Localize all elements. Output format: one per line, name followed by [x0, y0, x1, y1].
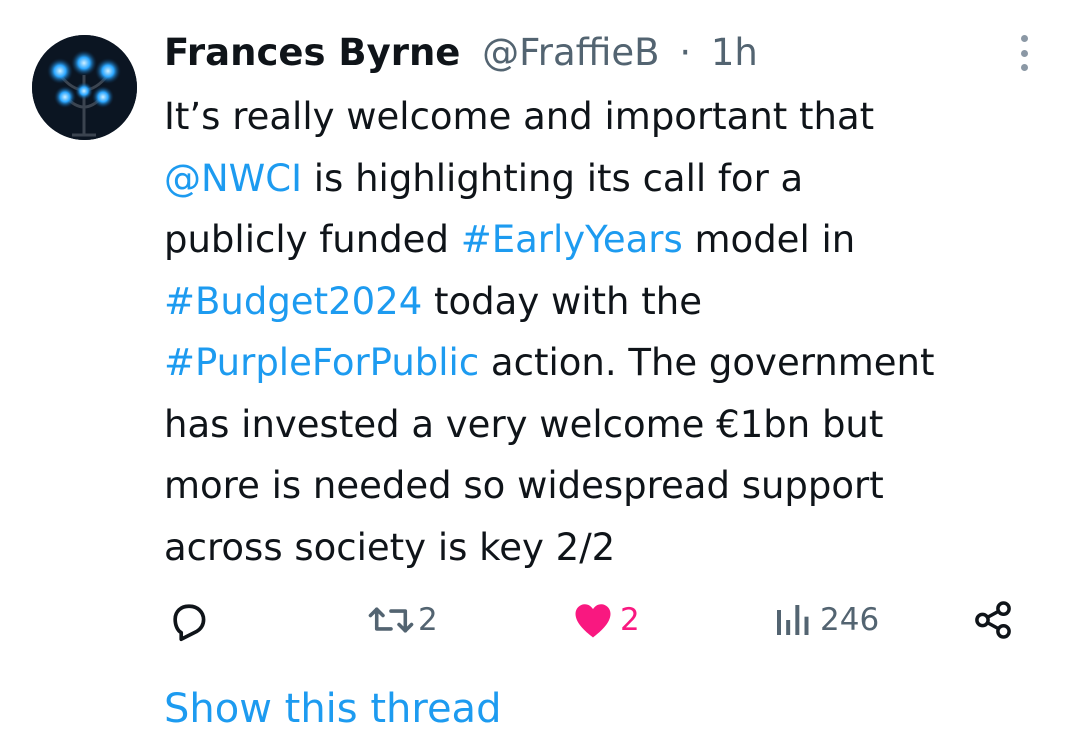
- tweet-text-line: #PurpleForPublic action. The government: [164, 332, 1044, 394]
- tweet-text-segment: It’s really welcome and important that: [164, 95, 875, 138]
- meta-separator: ·: [679, 31, 692, 74]
- tweet-text-segment: across society is key 2/2: [164, 525, 616, 569]
- tweet-text-segment: model in: [682, 218, 856, 261]
- views-bar-chart-icon: [777, 605, 809, 635]
- more-vertical-icon[interactable]: [1012, 35, 1036, 71]
- views-button[interactable]: 246: [772, 592, 879, 648]
- action-bar: 2 2 246: [0, 592, 1080, 648]
- heart-filled-icon: [575, 604, 611, 638]
- mention-link[interactable]: @NWCI: [164, 157, 302, 200]
- tweet-text-line: has invested a very welcome €1bn but: [164, 394, 1044, 456]
- like-count: 2: [620, 602, 640, 638]
- tweet-text-segment: more is needed so widespread support: [164, 464, 884, 507]
- tweet-header: Frances Byrne @FraffieB · 1h: [164, 28, 758, 78]
- avatar[interactable]: [32, 35, 137, 140]
- tweet-text-line: @NWCI is highlighting its call for a: [164, 148, 1044, 210]
- view-count: 246: [820, 602, 880, 638]
- show-thread-link[interactable]: Show this thread: [164, 684, 501, 734]
- reply-icon: [173, 604, 206, 642]
- tweet-text-segment: action. The government: [479, 341, 935, 384]
- tweet-text-segment: is highlighting its call for a: [302, 156, 804, 200]
- tweet-text-segment: has invested a very welcome €1bn but: [164, 402, 884, 446]
- like-button[interactable]: 2: [572, 592, 640, 648]
- tweet-time[interactable]: 1h: [711, 31, 758, 74]
- author-name[interactable]: Frances Byrne: [164, 31, 460, 74]
- tweet-text-line: #Budget2024 today with the: [164, 271, 1044, 333]
- retweet-count: 2: [418, 602, 438, 638]
- share-icon: [975, 601, 1011, 639]
- share-button[interactable]: [972, 592, 1014, 648]
- tweet-text: It’s really welcome and important that @N…: [164, 86, 1044, 578]
- hashtag-link[interactable]: #PurpleForPublic: [164, 341, 479, 384]
- tweet-text-line: more is needed so widespread support: [164, 455, 1044, 517]
- hashtag-link[interactable]: #Budget2024: [164, 280, 422, 323]
- author-handle[interactable]: @FraffieB: [482, 31, 659, 74]
- retweet-icon: [368, 607, 414, 633]
- hashtag-link[interactable]: #EarlyYears: [461, 218, 683, 261]
- tweet-text-segment: today with the: [422, 279, 702, 323]
- retweet-button[interactable]: 2: [366, 592, 438, 648]
- tweet-text-segment: publicly funded: [164, 218, 461, 261]
- tweet-text-line: It’s really welcome and important that: [164, 86, 1044, 148]
- reply-button[interactable]: [166, 592, 216, 648]
- tweet-text-line: publicly funded #EarlyYears model in: [164, 209, 1044, 271]
- tweet-text-line: across society is key 2/2: [164, 517, 1044, 579]
- avatar-image: [32, 35, 137, 140]
